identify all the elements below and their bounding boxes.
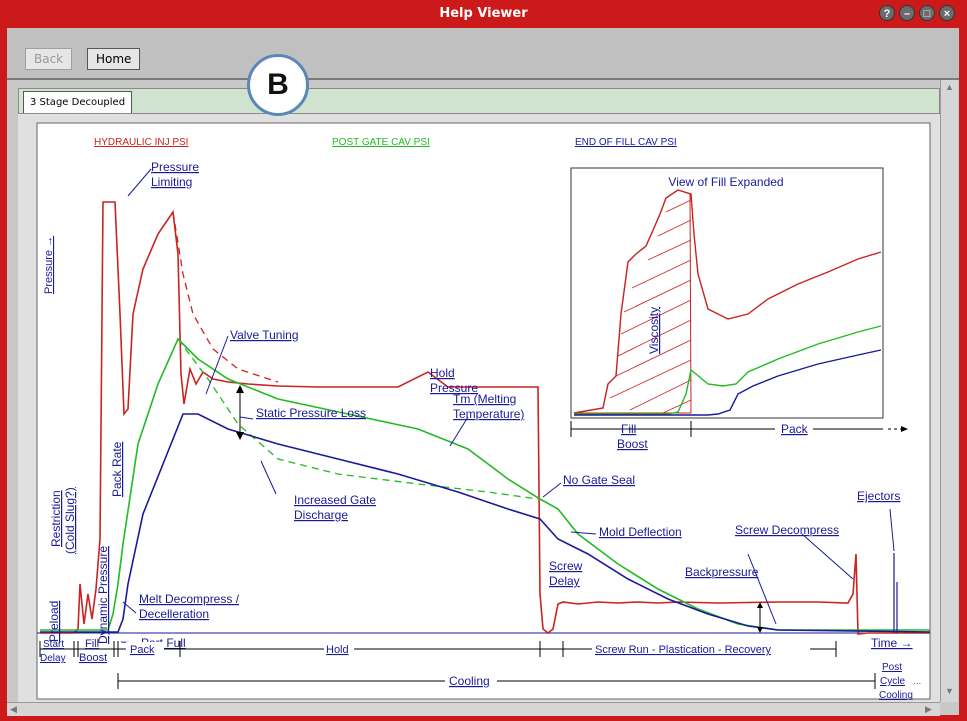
client-area: Back Home B 3 Stage Decoupled HYDRAULIC … [7,28,959,716]
badge-b: B [247,54,309,116]
melting-temperature-label-2[interactable]: Temperature) [453,407,524,421]
screw-delay-label-1[interactable]: Screw [549,559,583,573]
scroll-right-icon[interactable]: ▶ [925,704,932,715]
tab-strip: 3 Stage Decoupled [18,88,940,114]
inset-boost-label[interactable]: Boost [617,437,648,451]
post-gate-series-label[interactable]: POST GATE CAV PSI [332,137,430,148]
preload-label[interactable]: Preload [47,601,61,642]
inset-fill-label[interactable]: Fill [621,422,636,436]
inset-frame [570,167,884,419]
melting-temperature-label-1[interactable]: Tm (Melting [453,392,516,406]
help-viewer-window: Help Viewer ? – □ × Back Home B 3 Stage … [0,0,967,721]
start-phase-label[interactable]: Start [43,639,64,650]
minimize-icon[interactable]: – [899,5,915,21]
title-bar[interactable]: Help Viewer ? – □ × [0,0,967,28]
inset-pack-label[interactable]: Pack [781,422,809,436]
increased-gate-label-2[interactable]: Discharge [294,508,348,522]
pack-rate-label[interactable]: Pack Rate [110,441,124,497]
post-label[interactable]: Post [882,662,902,673]
pack-phase-label[interactable]: Pack [130,644,155,656]
diagram-pane: HYDRAULIC INJ PSI POST GATE CAV PSI END … [18,114,940,702]
close-icon[interactable]: × [939,5,955,21]
screw-run-phase-label[interactable]: Screw Run - Plastication - Recovery [595,644,772,656]
window-title: Help Viewer [439,6,528,21]
home-button[interactable]: Home [87,48,141,70]
fill-expanded-inset: View of Fill Expanded Viscosity Fill Boo… [570,167,908,451]
post-cooling-label[interactable]: Cooling [879,690,913,701]
viscosity-label[interactable]: Viscosity [647,307,661,354]
delay-phase-label[interactable]: Delay [40,653,66,664]
tab-3-stage-decoupled[interactable]: 3 Stage Decoupled [23,91,133,113]
mold-deflection-label[interactable]: Mold Deflection [599,525,682,539]
cycle-label[interactable]: Cycle [880,676,905,687]
pressure-limiting-label-1[interactable]: Pressure [151,160,199,174]
horizontal-scrollbar[interactable]: ◀ ▶ [7,702,940,716]
inset-title: View of Fill Expanded [668,175,783,189]
static-pressure-loss-label[interactable]: Static Pressure Loss [256,406,366,420]
fill-phase-label[interactable]: Fill [85,638,99,650]
restriction-label-2[interactable]: (Cold Slug?) [63,487,77,554]
boost-phase-label[interactable]: Boost [79,652,107,664]
screw-decompress-label[interactable]: Screw Decompress [735,523,839,537]
melt-decompress-label-2[interactable]: Decelleration [139,607,209,621]
dynamic-pressure-label[interactable]: Dynamic Pressure [96,546,110,644]
hold-pressure-label-1[interactable]: Hold [430,366,455,380]
backpressure-label[interactable]: Backpressure [685,565,759,579]
cooling-phase-label[interactable]: Cooling [449,674,490,688]
increased-gate-label-1[interactable]: Increased Gate [294,493,376,507]
no-gate-seal-label[interactable]: No Gate Seal [563,473,635,487]
valve-tuning-label[interactable]: Valve Tuning [230,328,299,342]
scroll-up-icon[interactable]: ▲ [945,82,954,92]
help-icon[interactable]: ? [879,5,895,21]
ellipsis-label: ... [913,676,921,687]
vertical-scrollbar[interactable]: ▲ ▼ [940,80,958,702]
restriction-label-1[interactable]: Restriction [49,490,63,547]
pressure-limiting-label-2[interactable]: Limiting [151,175,192,189]
screw-delay-label-2[interactable]: Delay [549,574,580,588]
hydraulic-series-label[interactable]: HYDRAULIC INJ PSI [94,137,188,148]
scroll-left-icon[interactable]: ◀ [10,704,17,715]
time-axis-label[interactable]: Time → [871,636,913,650]
hold-phase-label[interactable]: Hold [326,644,349,656]
ejectors-label[interactable]: Ejectors [857,489,900,503]
back-button[interactable]: Back [25,48,73,70]
injection-pressure-diagram: HYDRAULIC INJ PSI POST GATE CAV PSI END … [36,122,931,701]
end-of-fill-series-label[interactable]: END OF FILL CAV PSI [575,137,677,148]
pressure-axis-label[interactable]: Pressure → [43,236,55,294]
maximize-icon[interactable]: □ [919,5,935,21]
melt-decompress-label-1[interactable]: Melt Decompress / [139,592,240,606]
scroll-down-icon[interactable]: ▼ [945,686,954,696]
toolbar: Back Home [7,28,959,80]
